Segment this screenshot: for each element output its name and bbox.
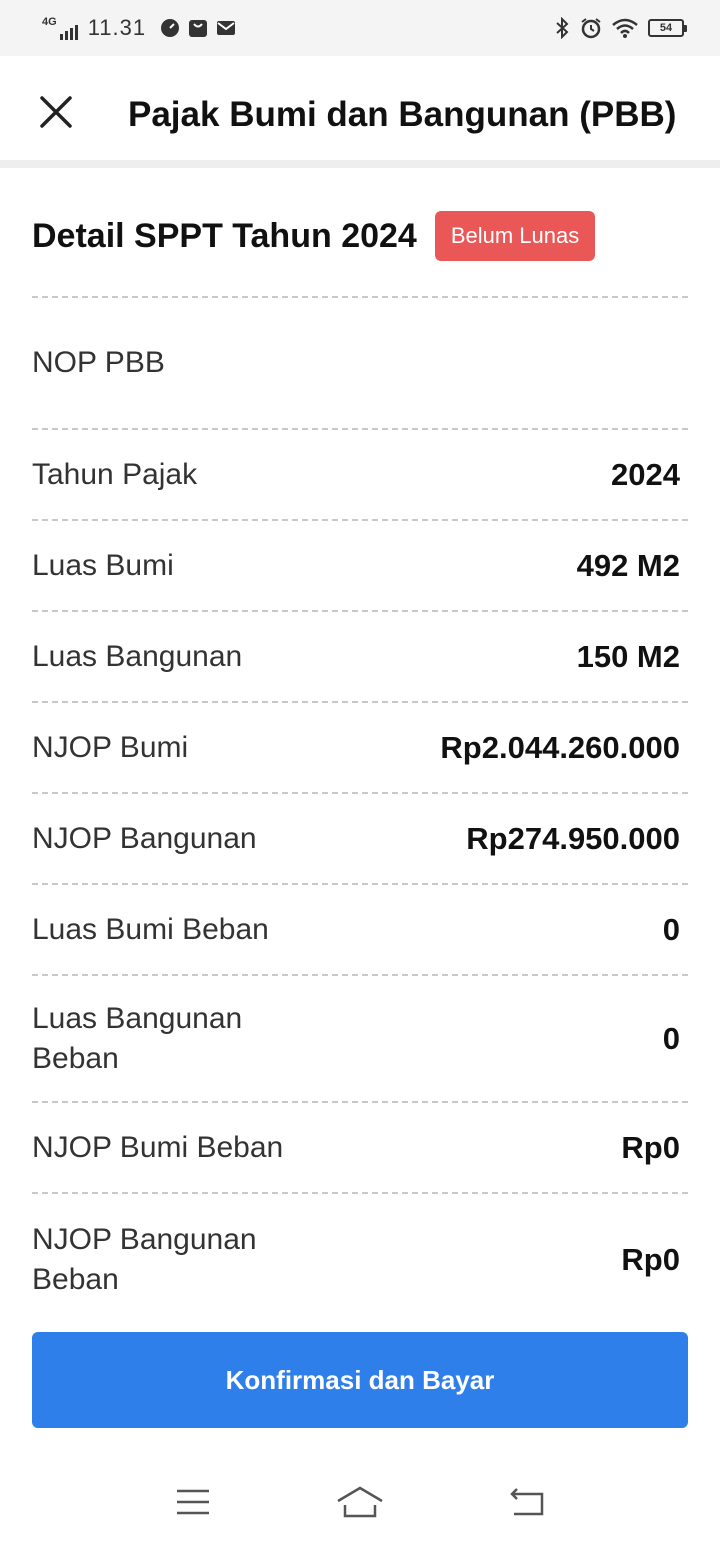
row-value: 0: [662, 911, 680, 947]
close-icon: [40, 96, 72, 128]
detail-row-tahun-pajak: Tahun Pajak 2024: [32, 430, 688, 521]
battery-icon: 54: [648, 19, 687, 37]
page-title: Pajak Bumi dan Bangunan (PBB): [128, 95, 677, 134]
detail-row-njop-bumi-beban: NJOP Bumi Beban Rp0: [32, 1103, 688, 1194]
status-time: 11.31: [87, 15, 147, 40]
row-label: NJOP Bumi Beban: [32, 1130, 284, 1164]
home-icon: [337, 1486, 383, 1518]
row-label: NJOP Bumi: [32, 730, 189, 764]
sppt-detail: Detail SPPT Tahun 2024 Belum Lunas NOP P…: [32, 176, 688, 1326]
row-value: 150 M2: [576, 638, 680, 674]
mail-icon: [217, 21, 236, 35]
row-label: NOP PBB: [32, 346, 165, 379]
detail-row-luas-bangunan: Luas Bangunan 150 M2: [32, 612, 688, 703]
confirm-pay-button[interactable]: Konfirmasi dan Bayar: [32, 1332, 688, 1428]
detail-row-nop: NOP PBB: [32, 298, 688, 430]
system-nav-bar: [0, 1460, 720, 1544]
row-label: Luas Bangunan: [32, 639, 243, 673]
row-label: Tahun Pajak: [32, 457, 198, 491]
row-label: Luas Bumi: [32, 548, 174, 582]
nav-home-button[interactable]: [330, 1480, 390, 1524]
row-label: Luas Bangunan Beban: [32, 1001, 243, 1075]
detail-row-luas-bumi: Luas Bumi 492 M2: [32, 521, 688, 612]
row-value: Rp2.044.260.000: [440, 729, 680, 765]
row-label: Luas Bumi Beban: [32, 912, 269, 946]
app-header: Pajak Bumi dan Bangunan (PBB): [0, 56, 720, 168]
shopping-bag-icon: [189, 20, 208, 37]
status-right: 54: [554, 17, 687, 39]
row-value: Rp0: [621, 1129, 680, 1165]
nav-back-button[interactable]: [497, 1480, 557, 1524]
nav-menu-button[interactable]: [163, 1480, 223, 1524]
status-bar: 4G 11.31 54: [0, 0, 720, 56]
row-value: 492 M2: [576, 547, 680, 583]
signal-icon: 4G: [42, 16, 78, 40]
row-value: 2024: [611, 456, 680, 492]
bluetooth-icon: [556, 17, 569, 39]
close-button[interactable]: [36, 92, 76, 132]
network-type: 4G: [42, 16, 57, 28]
row-value: 0: [662, 1020, 680, 1056]
detail-row-njop-bangunan: NJOP Bangunan Rp274.950.000: [32, 794, 688, 885]
speed-icon: [161, 19, 180, 37]
status-badge: Belum Lunas: [434, 211, 596, 261]
row-label: NJOP Bangunan: [32, 821, 257, 855]
back-icon: [509, 1488, 543, 1516]
row-label: NJOP Bangunan Beban: [32, 1223, 257, 1296]
wifi-icon: [612, 18, 638, 38]
detail-row-luas-bumi-beban: Luas Bumi Beban 0: [32, 885, 688, 976]
alarm-icon: [581, 18, 601, 39]
section-header: Detail SPPT Tahun 2024 Belum Lunas: [32, 176, 688, 298]
row-value: Rp0: [621, 1242, 680, 1277]
detail-row-luas-bangunan-beban: Luas Bangunan Beban 0: [32, 976, 688, 1103]
menu-icon: [177, 1489, 210, 1515]
detail-row-njop-bangunan-beban: NJOP Bangunan Beban Rp0: [32, 1194, 688, 1326]
battery-level: 54: [659, 22, 673, 34]
section-title: Detail SPPT Tahun 2024: [32, 216, 417, 255]
row-value: Rp274.950.000: [466, 820, 680, 856]
status-left: 4G 11.31: [42, 15, 236, 41]
detail-row-njop-bumi: NJOP Bumi Rp2.044.260.000: [32, 703, 688, 794]
